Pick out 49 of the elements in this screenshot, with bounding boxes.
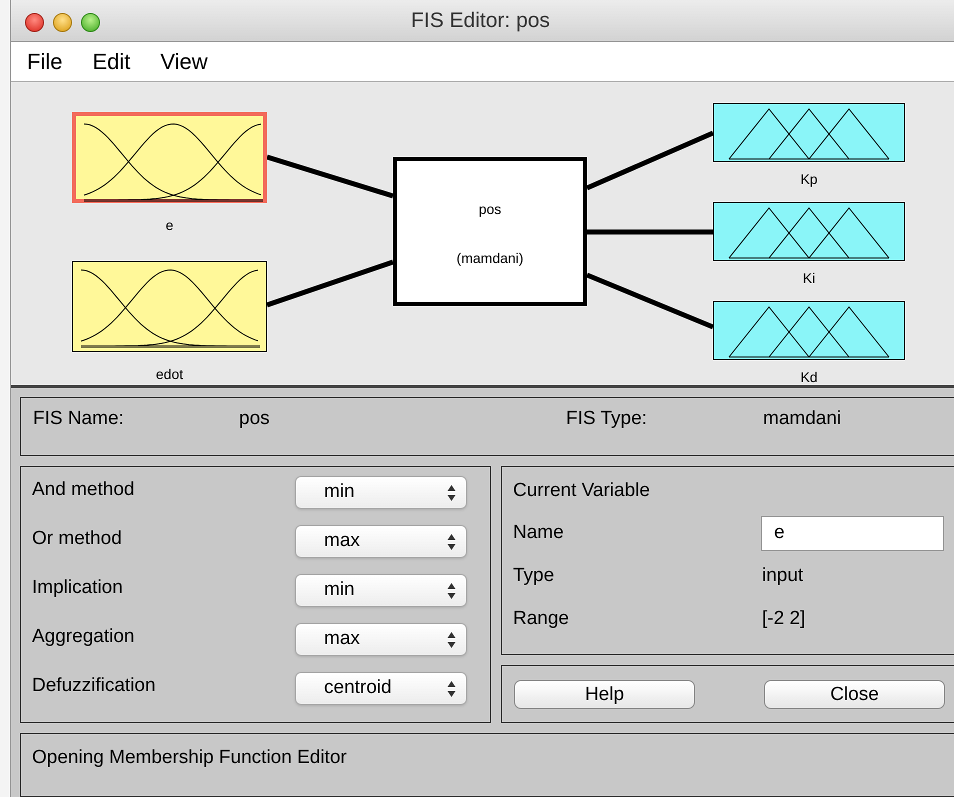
method-dropdown[interactable]: max — [295, 525, 467, 558]
status-message: Opening Membership Function Editor — [32, 747, 347, 768]
system-type: (mamdani) — [456, 249, 524, 268]
menu-item[interactable]: File — [27, 45, 62, 78]
variable-property-value: input — [762, 564, 804, 588]
variable-label: Ki — [802, 271, 816, 285]
variable-property-label: Range — [513, 606, 570, 631]
input-variable-node[interactable] — [72, 112, 267, 203]
zoom-window-icon[interactable] — [81, 13, 100, 32]
variable-label: Kd — [799, 370, 819, 384]
method-dropdown[interactable]: min — [295, 476, 467, 509]
up-down-arrows-icon — [447, 680, 456, 698]
output-variable-node[interactable] — [713, 301, 905, 360]
method-label: Aggregation — [32, 624, 136, 649]
fis-type-value: mamdani — [763, 407, 842, 432]
method-dropdown[interactable]: max — [295, 623, 467, 656]
fis-name-label: FIS Name: — [33, 407, 125, 432]
dialog-button[interactable]: Close — [764, 680, 945, 708]
up-down-arrows-icon — [447, 533, 456, 551]
up-down-arrows-icon — [447, 631, 456, 649]
close-window-icon[interactable] — [25, 13, 44, 32]
up-down-arrows-icon — [447, 582, 456, 600]
output-variable-node[interactable] — [713, 202, 905, 261]
variable-label: e — [164, 217, 174, 233]
fis-name-value: pos — [239, 407, 271, 432]
variable-property-label: Type — [513, 564, 556, 588]
method-label: Defuzzification — [32, 674, 157, 698]
up-down-arrows-icon — [447, 484, 456, 502]
menu-item[interactable]: View — [160, 45, 208, 78]
output-variable-node[interactable] — [713, 103, 905, 162]
current-variable-title: Current Variable — [513, 479, 651, 503]
variable-property-value: [-2 2] — [762, 606, 806, 631]
menu-item[interactable]: Edit — [92, 45, 130, 78]
method-label: And method — [32, 478, 136, 502]
name-input-field[interactable]: e — [762, 516, 943, 550]
minimize-window-icon[interactable] — [53, 13, 72, 32]
method-dropdown[interactable]: min — [295, 574, 467, 607]
window-title: FIS Editor: pos — [411, 8, 550, 34]
variable-label: edot — [154, 366, 184, 382]
method-label: Implication — [32, 576, 124, 600]
system-node[interactable]: pos (mamdani) — [393, 157, 587, 306]
system-name: pos — [478, 200, 502, 219]
fis-type-label: FIS Type: — [566, 407, 648, 432]
input-variable-node[interactable] — [72, 261, 267, 352]
dialog-button[interactable]: Help — [514, 680, 695, 708]
variable-property-label: Name — [513, 520, 565, 545]
method-label: Or method — [32, 526, 123, 551]
variable-label: Kp — [799, 172, 819, 186]
method-dropdown[interactable]: centroid — [295, 672, 467, 705]
